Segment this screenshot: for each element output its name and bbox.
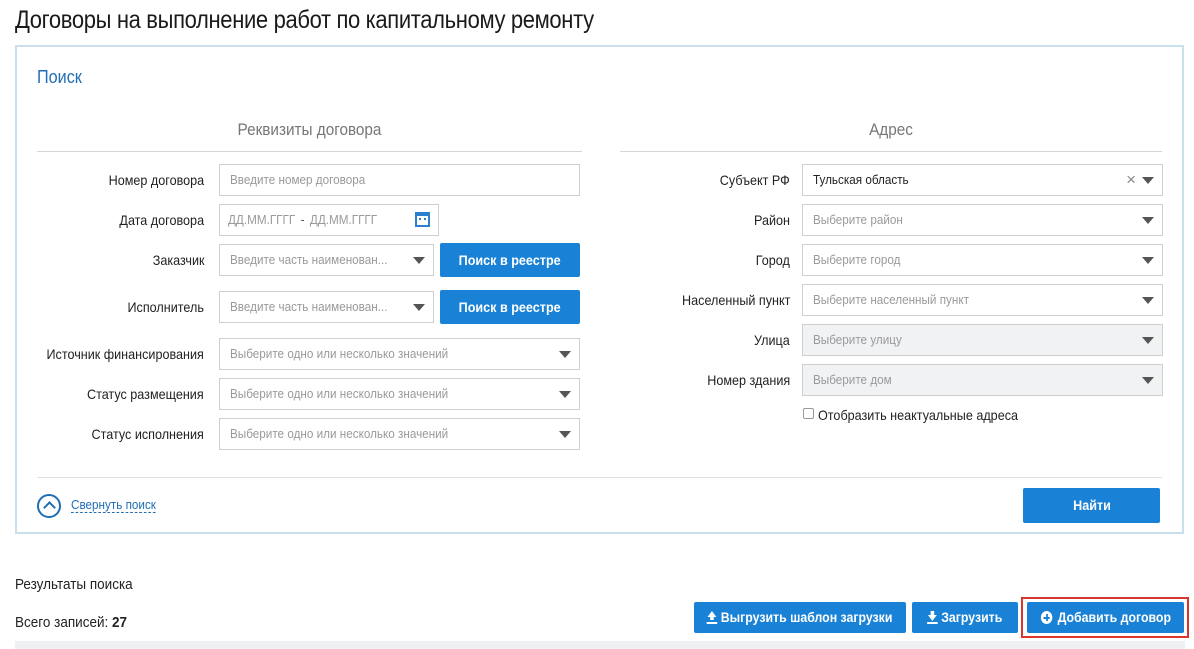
chevron-down-icon [559,391,571,398]
building-label: Номер здания [707,372,790,388]
search-panel-title: Поиск [37,67,82,87]
search-panel: Поиск Реквизиты договора Адрес Номер дог… [15,45,1184,534]
collapse-search-link[interactable]: Свернуть поиск [71,497,156,513]
add-contract-highlight [1021,597,1189,638]
placement-status-label: Статус размещения [87,386,204,402]
address-section-title: Адрес [869,120,913,139]
upload-icon [707,611,718,624]
calendar-icon[interactable] [415,212,430,227]
district-label: Район [754,212,790,228]
customer-registry-search-button[interactable]: Поиск в реестре [440,243,580,277]
chevron-down-icon [559,431,571,438]
settlement-label: Населенный пункт [681,292,790,308]
street-label: Улица [754,332,790,348]
panel-footer-divider [37,477,1162,478]
city-label: Город [755,252,790,268]
page-title: Договоры на выполнение работ по капиталь… [15,6,594,34]
requisites-divider [37,151,582,152]
contract-date-range[interactable]: ДД.ММ.ГГГГ - ДД.ММ.ГГГГ [219,204,439,236]
contract-date-label: Дата договора [119,212,204,228]
street-select[interactable]: Выберите улицу [802,324,1163,356]
clear-icon[interactable]: × [1126,171,1136,188]
chevron-down-icon [1142,297,1154,304]
download-icon [927,611,938,624]
chevron-down-icon [1142,257,1154,264]
building-select[interactable]: Выберите дом [802,364,1163,396]
total-records: Всего записей: 27 [15,614,128,631]
date-from-input[interactable]: ДД.ММ.ГГГГ [228,212,295,227]
results-title: Результаты поиска [15,576,133,593]
funding-source-select[interactable]: Выберите одно или несколько значений [219,338,580,370]
find-button[interactable]: Найти [1023,488,1160,523]
contractor-registry-search-button[interactable]: Поиск в реестре [440,290,580,324]
date-to-input[interactable]: ДД.ММ.ГГГГ [310,212,377,227]
chevron-down-icon [559,351,571,358]
contract-number-input[interactable]: Введите номер договора [219,164,580,196]
contract-number-label: Номер договора [108,172,204,188]
chevron-down-icon [413,304,425,311]
export-template-button[interactable]: Выгрузить шаблон загрузки [694,602,906,633]
collapse-icon[interactable] [37,494,61,518]
chevron-down-icon [413,257,425,264]
subject-select[interactable]: Тульская область × [802,164,1163,196]
total-records-value: 27 [112,614,128,631]
contractor-input[interactable]: Введите часть наименован... [219,291,434,323]
subject-label: Субъект РФ [720,172,790,188]
results-table-header [15,641,1185,649]
customer-input[interactable]: Введите часть наименован... [219,244,434,276]
execution-status-label: Статус исполнения [91,426,204,442]
show-inactive-checkbox[interactable] [803,408,814,419]
customer-label: Заказчик [152,252,204,268]
chevron-down-icon [1142,377,1154,384]
placement-status-select[interactable]: Выберите одно или несколько значений [219,378,580,410]
district-select[interactable]: Выберите район [802,204,1163,236]
execution-status-select[interactable]: Выберите одно или несколько значений [219,418,580,450]
contractor-label: Исполнитель [127,299,204,315]
show-inactive-label: Отобразить неактуальные адреса [818,407,1019,423]
chevron-down-icon [1142,337,1154,344]
requisites-section-title: Реквизиты договора [237,120,382,139]
address-divider [620,151,1162,152]
chevron-down-icon [1142,217,1154,224]
funding-source-label: Источник финансирования [46,346,204,362]
chevron-down-icon [1142,177,1154,184]
city-select[interactable]: Выберите город [802,244,1163,276]
settlement-select[interactable]: Выберите населенный пункт [802,284,1163,316]
upload-button[interactable]: Загрузить [912,602,1018,633]
